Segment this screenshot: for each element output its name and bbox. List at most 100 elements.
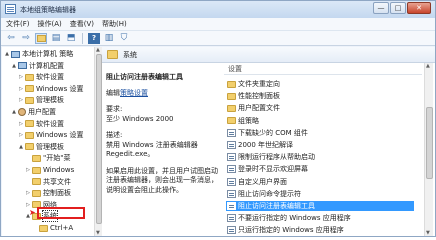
folder-icon	[32, 178, 41, 186]
scroll-up-icon[interactable]: ▲	[426, 63, 430, 69]
list-scrollbar[interactable]: ▲ ▼	[424, 63, 433, 236]
folder-icon	[25, 85, 34, 93]
tree-node[interactable]: ▷ 软件设置	[18, 119, 64, 129]
tree-node[interactable]: Ctrl+A	[32, 223, 73, 233]
settings-list-item[interactable]: 限制运行程序从帮助启动	[226, 152, 414, 162]
tree-node-label: 本地计算机 策略	[22, 50, 74, 58]
policy-setting-icon	[227, 226, 236, 235]
view-icon[interactable]: ▥	[103, 33, 115, 44]
menu-action[interactable]: 操作(A)	[37, 19, 63, 29]
forward-icon[interactable]: ⇨	[20, 33, 32, 44]
settings-list-item[interactable]: 性能控制面板	[226, 91, 414, 101]
settings-list-item[interactable]: 阻止访问注册表编辑工具	[226, 201, 414, 211]
export-icon[interactable]: ⬒	[65, 33, 77, 44]
expanded-arrow-icon[interactable]: ▲	[11, 63, 17, 69]
title-bar[interactable]: 本地组策略编辑器 — □ ✕	[1, 1, 435, 18]
tree-node[interactable]: ▲ 计算机配置	[11, 61, 64, 71]
tree-icon[interactable]: ▤	[50, 33, 62, 44]
menu-view[interactable]: 查看(V)	[69, 19, 95, 29]
settings-list-item[interactable]: 组策略	[226, 116, 414, 126]
tree-node[interactable]: ▷ Windows 设置	[18, 84, 83, 94]
expanded-arrow-icon[interactable]: ▲	[4, 51, 10, 57]
back-icon[interactable]: ⇦	[5, 33, 17, 44]
tree-node[interactable]: ▲ 管理模板	[18, 142, 64, 152]
folder-icon	[32, 154, 41, 162]
enabled-text: 如果启用此设置，并且用户试图启动注册表编辑器，则会出现一条消息，说明设置会阻止此…	[106, 166, 218, 194]
tree-node[interactable]: ▷ Windows	[25, 165, 74, 175]
settings-item-label: 下载缺少的 COM 组件	[238, 128, 308, 137]
tree-node[interactable]: ▷ 控制面板	[25, 188, 71, 198]
settings-column-header[interactable]: 设置	[224, 63, 422, 75]
tree-scrollbar[interactable]: ▲ ▼	[94, 47, 102, 236]
settings-list-item[interactable]: 文件夹重定向	[226, 79, 414, 89]
settings-list-item[interactable]: 阻止访问命令提示符	[226, 189, 414, 199]
requirements-label: 要求:	[106, 105, 123, 113]
tree-node-label: 计算机配置	[29, 61, 64, 70]
edit-policy-link[interactable]: 策略设置	[120, 89, 148, 97]
settings-list-item[interactable]: 不要运行指定的 Windows 应用程序	[226, 213, 414, 223]
toolbar-separator	[82, 32, 83, 44]
tree-node[interactable]: 共享文件	[25, 177, 71, 187]
collapsed-arrow-icon[interactable]: ▷	[18, 132, 24, 138]
collapsed-arrow-icon[interactable]: ▷	[25, 190, 31, 196]
help-icon[interactable]: ?	[88, 32, 100, 44]
description-panel: 阻止访问注册表编辑工具 编辑策略设置 要求: 至少 Windows 2000 描…	[106, 73, 220, 202]
folder-icon	[227, 117, 236, 125]
detail-pane: 系统 阻止访问注册表编辑工具 编辑策略设置 要求: 至少 Windows 200…	[102, 47, 435, 236]
policy-setting-icon	[227, 189, 236, 198]
tree-node[interactable]: ▲ 用户配置	[11, 107, 56, 117]
collapsed-arrow-icon[interactable]: ▷	[18, 121, 24, 127]
policy-setting-icon	[227, 165, 236, 174]
annotation-arrow-icon: ➤	[29, 208, 36, 217]
settings-item-label: 只运行指定的 Windows 应用程序	[238, 226, 344, 235]
collapsed-arrow-icon[interactable]: ▷	[18, 86, 24, 92]
settings-list: 设置 文件夹重定向性能控制面板 用户配置文件组策略下载缺少的 COM 组件 2000…	[224, 63, 422, 236]
tree-node-label: 软件设置	[36, 119, 64, 128]
list-scroll-thumb[interactable]	[426, 107, 433, 179]
minimize-button[interactable]: —	[373, 2, 389, 14]
settings-item-label: 性能控制面板	[238, 92, 280, 101]
tree-node[interactable]: ▷ 管理模板	[18, 95, 64, 105]
menu-help[interactable]: 帮助(H)	[101, 19, 128, 29]
settings-list-item[interactable]: 自定义用户界面	[226, 177, 414, 187]
folder-icon[interactable]	[35, 32, 47, 44]
settings-list-item[interactable]: 下载缺少的 COM 组件	[226, 128, 414, 138]
maximize-button[interactable]: □	[390, 2, 406, 14]
scroll-down-icon[interactable]: ▼	[426, 230, 430, 236]
settings-item-label: 限制运行程序从帮助启动	[238, 153, 315, 162]
policy-setting-icon	[227, 214, 236, 223]
collapsed-arrow-icon[interactable]: ▷	[25, 167, 31, 173]
collapsed-arrow-icon[interactable]: ▷	[18, 97, 24, 103]
settings-list-item[interactable]: 只运行指定的 Windows 应用程序	[226, 225, 414, 235]
policy-editor-icon	[5, 4, 16, 14]
scroll-down-icon[interactable]: ▼	[96, 230, 100, 236]
toolbar: ⇦ ⇨ ▤ ⬒ ? ▥ ⛉	[1, 31, 435, 46]
policy-setting-icon	[227, 177, 236, 186]
close-button[interactable]: ✕	[407, 2, 431, 14]
settings-list-item[interactable]: 用户配置文件	[226, 103, 414, 113]
expanded-arrow-icon[interactable]: ▲	[11, 109, 17, 115]
filter-icon[interactable]: ⛉	[118, 33, 130, 44]
settings-list-item[interactable]: 登录时不显示欢迎屏幕	[226, 164, 414, 174]
expanded-arrow-icon[interactable]: ▲	[18, 144, 24, 150]
menu-file[interactable]: 文件(F)	[5, 19, 31, 29]
settings-list-item[interactable]: 2000 年世纪解译	[226, 140, 414, 150]
settings-item-label: 不要运行指定的 Windows 应用程序	[238, 214, 351, 223]
description-label: 描述:	[106, 131, 123, 139]
tree-node[interactable]: ▲ 本地计算机 策略	[4, 49, 73, 59]
folder-icon	[227, 80, 236, 88]
tree-node[interactable]: ▷ Windows 设置	[18, 130, 83, 140]
tree-node[interactable]: ▷ 软件设置	[18, 72, 64, 82]
window-title: 本地组策略编辑器	[20, 6, 76, 14]
collapsed-arrow-icon[interactable]: ▷	[18, 74, 24, 80]
settings-item-label: 用户配置文件	[238, 104, 280, 113]
tree-node[interactable]: "开始"菜	[25, 153, 70, 163]
tree-node-label: 管理模板	[36, 142, 64, 151]
computer-icon	[18, 62, 27, 70]
folder-icon	[227, 92, 236, 100]
policy-setting-icon	[227, 153, 236, 162]
collapsed-arrow-icon[interactable]: ▷	[25, 202, 31, 208]
computer-icon	[11, 50, 20, 58]
scroll-up-icon[interactable]: ▲	[96, 47, 100, 53]
folder-icon	[25, 143, 34, 151]
